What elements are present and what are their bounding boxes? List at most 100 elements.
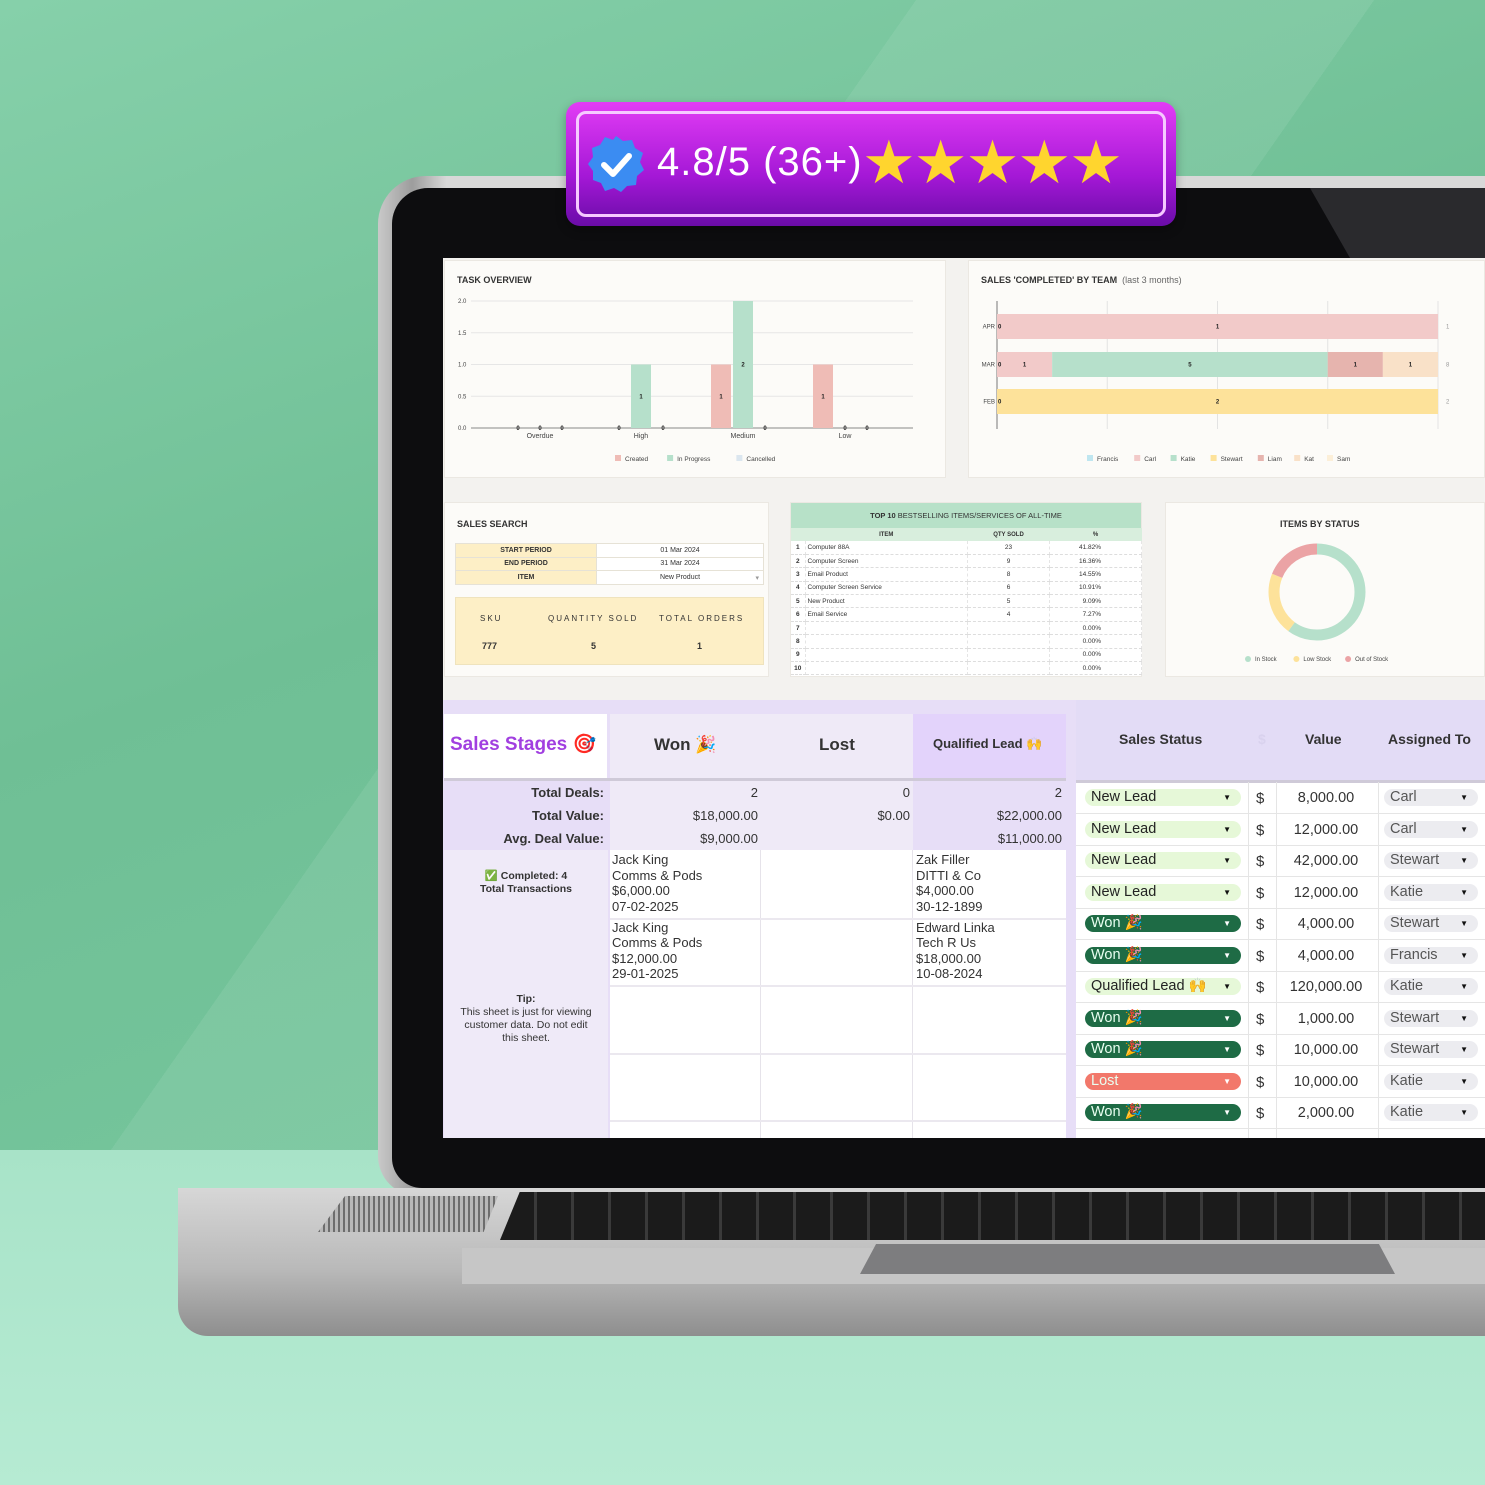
assignee-value: Katie bbox=[1390, 1072, 1424, 1089]
assignee-dropdown[interactable]: Stewart ▼ bbox=[1384, 852, 1478, 869]
legend-swatch bbox=[1087, 455, 1093, 461]
qualified_cards-line[interactable]: Zak Filler bbox=[916, 852, 969, 867]
legend-swatch bbox=[667, 455, 674, 461]
status-dropdown[interactable]: New Lead ▼ bbox=[1085, 852, 1241, 869]
data-label: 0 bbox=[560, 426, 564, 432]
status-dropdown[interactable]: New Lead ▼ bbox=[1085, 789, 1241, 806]
item-name-cell: Computer Screen bbox=[805, 554, 968, 569]
status-dropdown[interactable]: Won 🎉 ▼ bbox=[1085, 1009, 1241, 1027]
won_cards-line[interactable]: 07-02-2025 bbox=[612, 899, 679, 914]
item-name-cell bbox=[805, 621, 968, 636]
total-label: 2 bbox=[1446, 400, 1450, 406]
qty-sold-cell: 23 bbox=[967, 541, 1050, 555]
data-label: 0 bbox=[865, 426, 869, 432]
won_cards-line[interactable]: 29-01-2025 bbox=[612, 966, 679, 981]
won_cards-line[interactable]: Comms & Pods bbox=[612, 935, 702, 950]
assignee-dropdown[interactable]: Stewart ▼ bbox=[1384, 1009, 1478, 1027]
status-dropdown[interactable]: Won 🎉 ▼ bbox=[1085, 946, 1241, 964]
status-dropdown[interactable]: Lost ▼ bbox=[1085, 1072, 1241, 1090]
legend-label: Out of Stock bbox=[1355, 657, 1389, 663]
status-value: Won 🎉 bbox=[1091, 1041, 1143, 1057]
legend-swatch bbox=[1345, 656, 1352, 662]
assignee-dropdown[interactable]: Katie ▼ bbox=[1384, 978, 1478, 995]
assignee-dropdown[interactable]: Katie ▼ bbox=[1384, 883, 1478, 901]
percent-cell: 0.00% bbox=[1049, 621, 1142, 636]
currency-symbol: $ bbox=[1256, 979, 1265, 996]
currency-symbol: $ bbox=[1256, 947, 1265, 965]
qualified_cards-line[interactable]: 30-12-1899 bbox=[916, 899, 983, 914]
rating-text: 4.8/5 (36+) bbox=[657, 140, 863, 184]
assignee-dropdown[interactable]: Stewart ▼ bbox=[1384, 1041, 1478, 1058]
status-value: Lost bbox=[1091, 1072, 1119, 1089]
total-label: 1 bbox=[1446, 325, 1450, 331]
chevron-down-icon: ▼ bbox=[1460, 793, 1468, 802]
qualified_cards-line[interactable]: $18,000.00 bbox=[916, 951, 981, 966]
assignee-value: Katie bbox=[1390, 883, 1424, 900]
assignee-value: Stewart bbox=[1390, 1009, 1440, 1026]
sales-search-title: SALES SEARCH bbox=[457, 519, 528, 529]
table-row: 2 Computer Screen 9 16.36% bbox=[791, 554, 1142, 569]
percent-cell: 41.82% bbox=[1049, 541, 1142, 555]
rank-cell: 3 bbox=[791, 567, 806, 582]
qualified_cards-line[interactable]: Edward Linka bbox=[916, 920, 995, 935]
total-deals-won: 2 bbox=[750, 785, 758, 800]
status-dropdown[interactable]: New Lead ▼ bbox=[1085, 820, 1241, 838]
item-name-cell: Email Product bbox=[805, 567, 968, 582]
y-tick-label: 0.5 bbox=[458, 394, 467, 400]
assignee-dropdown[interactable]: Carl ▼ bbox=[1384, 820, 1478, 838]
status-dropdown[interactable]: Qualified Lead 🙌 ▼ bbox=[1085, 978, 1241, 995]
chevron-down-icon: ▼ bbox=[1460, 1045, 1468, 1054]
qty-sold-cell: 5 bbox=[967, 594, 1050, 609]
qualified_cards-line[interactable]: $4,000.00 bbox=[916, 883, 974, 898]
qualified_cards-line[interactable]: Tech R Us bbox=[916, 935, 976, 950]
currency-symbol: $ bbox=[1256, 821, 1265, 839]
sales-by-team-card: SALES 'COMPLETED' BY TEAM (last 3 months… bbox=[968, 260, 1485, 478]
assignee-dropdown[interactable]: Francis ▼ bbox=[1384, 946, 1478, 964]
assignee-dropdown[interactable]: Carl ▼ bbox=[1384, 789, 1478, 806]
table-row: 1 Computer 88A 23 41.82% bbox=[791, 541, 1142, 555]
assignee-dropdown[interactable]: Katie ▼ bbox=[1384, 1104, 1478, 1121]
chevron-down-icon: ▼ bbox=[1223, 1045, 1231, 1054]
percent-cell: 10.91% bbox=[1049, 581, 1142, 596]
sales-stages-title: Sales Stages 🎯 bbox=[450, 734, 597, 755]
chevron-down-icon: ▾ bbox=[755, 574, 759, 582]
currency-symbol: $ bbox=[1256, 790, 1265, 807]
status-dropdown[interactable]: New Lead ▼ bbox=[1085, 883, 1241, 901]
legend-label: Cancelled bbox=[746, 456, 775, 463]
notes-column: ✅ Completed: 4 Total Transactions Tip: Thi… bbox=[444, 850, 608, 1138]
status-value: Qualified Lead 🙌 bbox=[1091, 978, 1207, 994]
qualified_cards-line[interactable]: DITTI & Co bbox=[916, 868, 981, 883]
table-row: 10 0.00% bbox=[791, 661, 1142, 676]
assignee-dropdown[interactable]: Stewart ▼ bbox=[1384, 915, 1478, 932]
assignee-dropdown[interactable]: Katie ▼ bbox=[1384, 1072, 1478, 1090]
won_cards-line[interactable]: Comms & Pods bbox=[612, 868, 702, 883]
currency-symbol: $ bbox=[1256, 1073, 1265, 1091]
grid-row-line bbox=[610, 1120, 1066, 1122]
won_cards-line[interactable]: $12,000.00 bbox=[612, 951, 677, 966]
status-dropdown[interactable]: Won 🎉 ▼ bbox=[1085, 915, 1241, 932]
won_cards-line[interactable]: $6,000.00 bbox=[612, 883, 670, 898]
won_cards-line[interactable]: Jack King bbox=[612, 852, 668, 867]
avg-deal-value-qualified: $11,000.00 bbox=[997, 831, 1062, 846]
status-dropdown[interactable]: Won 🎉 ▼ bbox=[1085, 1104, 1241, 1121]
status-dropdown[interactable]: Won 🎉 ▼ bbox=[1085, 1041, 1241, 1058]
assignee-value: Stewart bbox=[1390, 915, 1440, 931]
data-label: 0 bbox=[617, 426, 621, 432]
chevron-down-icon: ▼ bbox=[1223, 793, 1231, 802]
x-tick-label: Overdue bbox=[527, 433, 554, 440]
assigned-to-header: Assigned To bbox=[1388, 731, 1471, 747]
assignee-value: Carl bbox=[1390, 820, 1417, 837]
currency-symbol: $ bbox=[1256, 1105, 1265, 1122]
start-period-input[interactable]: 01 Mar 2024 bbox=[596, 543, 764, 558]
item-select[interactable]: New Product ▾ bbox=[596, 570, 764, 585]
legend-swatch bbox=[1327, 455, 1333, 461]
qualified_cards-line[interactable]: 10-08-2024 bbox=[916, 966, 983, 981]
tip-title: Tip: bbox=[516, 993, 536, 1005]
item-name-cell: New Product bbox=[805, 594, 968, 609]
row-divider bbox=[1076, 844, 1485, 846]
item-name-cell: Computer Screen Service bbox=[805, 581, 968, 596]
legend-swatch bbox=[1257, 455, 1264, 461]
won_cards-line[interactable]: Jack King bbox=[612, 920, 668, 935]
end-period-input[interactable]: 31 Mar 2024 bbox=[596, 556, 764, 571]
task-overview-card: TASK OVERVIEW 0.0 0.5 1.0 1.5 2.0 Overdue 0 0 0 H… bbox=[444, 260, 946, 478]
